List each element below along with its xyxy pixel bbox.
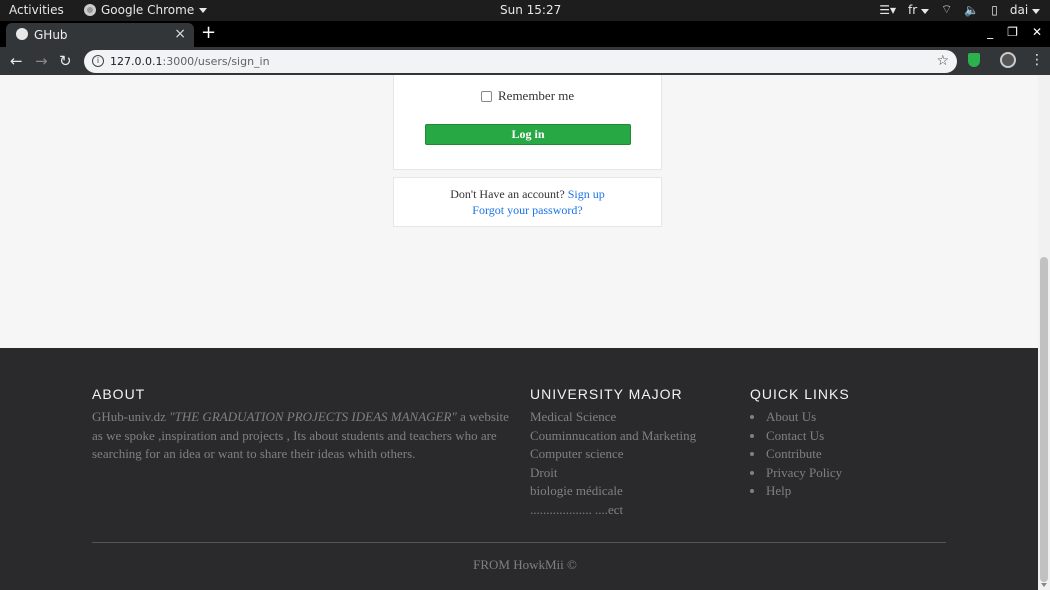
close-icon[interactable]: × xyxy=(174,26,186,42)
chrome-icon xyxy=(84,4,96,16)
user-menu[interactable]: dai xyxy=(1010,3,1040,17)
address-bar[interactable]: i 127.0.0.1:3000/users/sign_in ☆ xyxy=(84,50,957,73)
signup-card: Don't Have an account? Sign up Forgot yo… xyxy=(393,177,662,227)
quick-link-about[interactable]: About Us xyxy=(750,408,842,427)
quick-link-contribute[interactable]: Contribute xyxy=(750,445,842,464)
remember-me-label: Remember me xyxy=(498,88,575,103)
url-text[interactable]: 127.0.0.1:3000/users/sign_in xyxy=(110,55,270,68)
volume-icon: 🔈 xyxy=(964,2,980,17)
restore-icon[interactable]: ❐ xyxy=(1007,25,1018,39)
reload-icon[interactable]: ↻ xyxy=(59,52,72,70)
major-item[interactable]: ................... ....ect xyxy=(530,501,696,520)
globe-icon xyxy=(16,28,28,40)
major-heading: UNIVERSITY MAJOR xyxy=(530,386,683,402)
about-text: GHub-univ.dz "THE GRADUATION PROJECTS ID… xyxy=(92,409,509,461)
tab-strip: GHub × xyxy=(0,21,1050,47)
login-button[interactable]: Log in xyxy=(425,124,631,145)
quick-links-heading: QUICK LINKS xyxy=(750,386,850,402)
remember-me-row[interactable]: Remember me xyxy=(481,88,574,104)
wifi-icon: ⌔ xyxy=(941,2,953,16)
battery-icon: ▯ xyxy=(991,2,998,17)
close-window-icon[interactable]: ✕ xyxy=(1032,25,1042,39)
more-menu-icon[interactable]: ⋮ xyxy=(1030,52,1044,68)
major-item[interactable]: Droit xyxy=(530,464,696,483)
browser-tab[interactable]: GHub × xyxy=(6,23,194,47)
app-menu[interactable]: Google Chrome xyxy=(84,3,208,17)
scrollbar-thumb[interactable] xyxy=(1040,257,1048,582)
copyright-text: FROM HowkMii © xyxy=(473,557,577,572)
major-list: Medical Science Couminnucation and Marke… xyxy=(530,408,696,519)
major-item[interactable]: Couminnucation and Marketing xyxy=(530,427,696,446)
quick-link-privacy[interactable]: Privacy Policy xyxy=(750,464,842,483)
profile-avatar[interactable] xyxy=(1000,52,1016,68)
forward-arrow-icon[interactable]: → xyxy=(35,52,48,70)
chevron-down-icon xyxy=(921,8,930,14)
info-icon[interactable]: i xyxy=(92,55,104,67)
forgot-line: Forgot your password? xyxy=(394,203,661,218)
clock[interactable]: Sun 15:27 xyxy=(500,3,561,17)
page-viewport: Remember me Log in Don't Have an account… xyxy=(0,75,1038,590)
back-arrow-icon[interactable]: ← xyxy=(10,52,23,70)
star-icon[interactable]: ☆ xyxy=(936,53,949,69)
remember-me-checkbox[interactable] xyxy=(481,90,492,102)
about-heading: ABOUT xyxy=(92,386,146,402)
activities-button[interactable]: Activities xyxy=(9,3,64,17)
no-account-text: Don't Have an account? xyxy=(450,187,565,201)
scroll-down-arrow-icon[interactable] xyxy=(1041,583,1047,587)
tab-title: GHub xyxy=(34,28,68,42)
major-item[interactable]: Computer science xyxy=(530,445,696,464)
quick-links-list: About Us Contact Us Contribute Privacy P… xyxy=(750,408,842,501)
major-item[interactable]: Medical Science xyxy=(530,408,696,427)
forgot-password-link[interactable]: Forgot your password? xyxy=(472,203,582,217)
quick-link-contact[interactable]: Contact Us xyxy=(750,427,842,446)
login-form-card: Remember me Log in xyxy=(393,75,662,170)
system-tray[interactable]: ☰▾ fr ⌔ 🔈 ▯ dai xyxy=(879,2,1040,17)
vertical-scrollbar[interactable] xyxy=(1038,75,1050,590)
chevron-down-icon xyxy=(1032,8,1040,14)
app-name: Google Chrome xyxy=(101,3,195,17)
quick-link-help[interactable]: Help xyxy=(750,482,842,501)
chevron-down-icon xyxy=(199,7,208,13)
new-tab-button[interactable]: + xyxy=(201,22,216,43)
system-top-bar: Activities Google Chrome Sun 15:27 ☰▾ fr… xyxy=(0,0,1050,21)
menu-lines-icon[interactable]: ☰▾ xyxy=(879,3,896,17)
major-item[interactable]: biologie médicale xyxy=(530,482,696,501)
shield-extension-icon[interactable] xyxy=(968,53,980,67)
no-account-line: Don't Have an account? Sign up xyxy=(394,187,661,202)
browser-toolbar: ← → ↻ i 127.0.0.1:3000/users/sign_in ☆ xyxy=(0,47,1050,75)
minimize-icon[interactable]: _ xyxy=(987,25,993,39)
footer-divider xyxy=(92,542,946,543)
window-controls: _ ❐ ✕ xyxy=(987,25,1042,39)
site-footer: ABOUT GHub-univ.dz "THE GRADUATION PROJE… xyxy=(0,348,1038,590)
signup-link[interactable]: Sign up xyxy=(568,187,605,201)
language-indicator[interactable]: fr xyxy=(908,3,930,17)
